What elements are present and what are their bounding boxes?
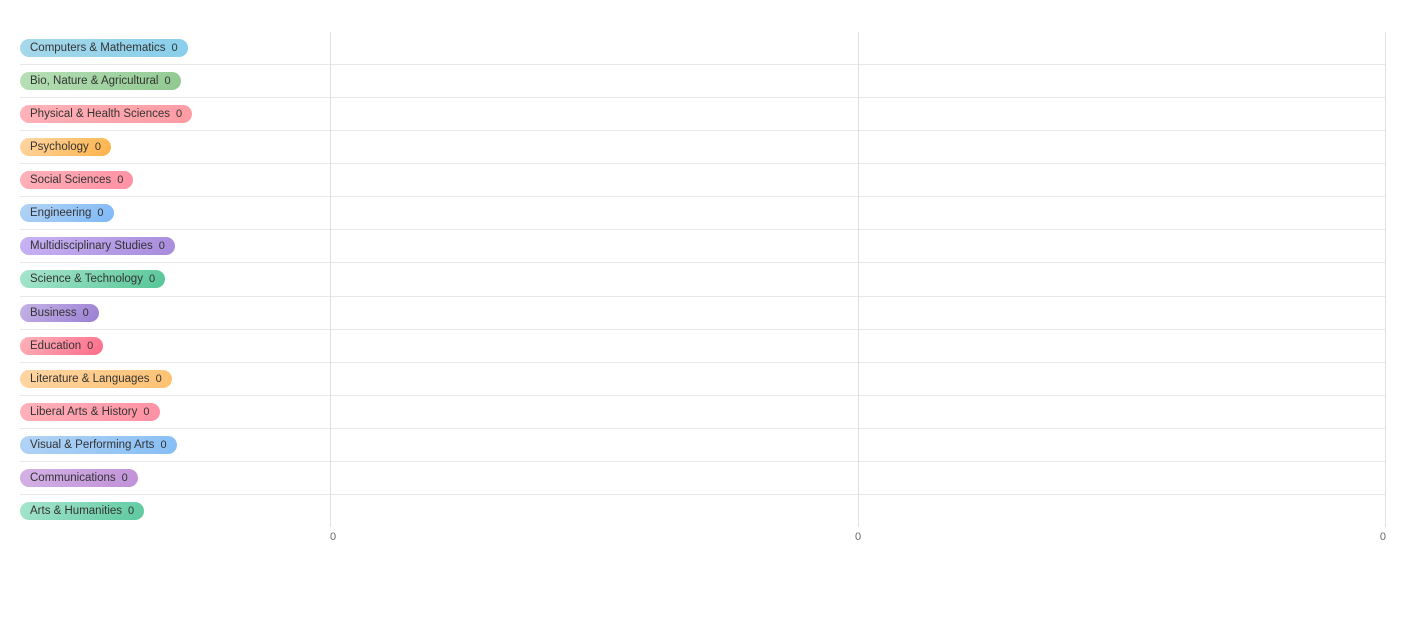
bar-segment-social xyxy=(330,166,1386,194)
bar-segment-physical xyxy=(330,100,1386,128)
bar-segment-engineering xyxy=(330,199,1386,227)
label-area: Computers & Mathematics 0 xyxy=(20,39,330,57)
bar-value-communications: 0 xyxy=(122,472,128,484)
bar-pill-bio: Bio, Nature & Agricultural 0 xyxy=(20,72,181,90)
label-area: Visual & Performing Arts 0 xyxy=(20,436,330,454)
bar-label-arts: Arts & Humanities xyxy=(30,505,122,517)
bar-value-social: 0 xyxy=(117,174,123,186)
bar-pill-liberal: Liberal Arts & History 0 xyxy=(20,403,160,421)
bar-row: Physical & Health Sciences 0 xyxy=(20,98,1386,131)
bar-row: Education 0 xyxy=(20,330,1386,363)
bar-row: Communications 0 xyxy=(20,462,1386,495)
bar-label-communications: Communications xyxy=(30,472,116,484)
bar-pill-visual: Visual & Performing Arts 0 xyxy=(20,436,177,454)
label-area: Arts & Humanities 0 xyxy=(20,502,330,520)
bar-label-psychology: Psychology xyxy=(30,141,89,153)
bar-value-science: 0 xyxy=(149,273,155,285)
bar-row: Engineering 0 xyxy=(20,197,1386,230)
bar-row: Business 0 xyxy=(20,297,1386,330)
bar-pill-computers: Computers & Mathematics 0 xyxy=(20,39,188,57)
bar-row: Visual & Performing Arts 0 xyxy=(20,429,1386,462)
bar-label-literature: Literature & Languages xyxy=(30,373,150,385)
bar-value-arts: 0 xyxy=(128,505,134,517)
bar-segment-computers xyxy=(330,34,1386,62)
bar-row: Multidisciplinary Studies 0 xyxy=(20,230,1386,263)
bar-segment-education xyxy=(330,332,1386,360)
bar-row: Computers & Mathematics 0 xyxy=(20,32,1386,65)
label-area: Communications 0 xyxy=(20,469,330,487)
bar-row: Arts & Humanities 0 xyxy=(20,495,1386,527)
bar-label-education: Education xyxy=(30,340,81,352)
bar-row: Liberal Arts & History 0 xyxy=(20,396,1386,429)
bar-segment-science xyxy=(330,265,1386,293)
bar-value-multidisciplinary: 0 xyxy=(159,240,165,252)
bar-pill-psychology: Psychology 0 xyxy=(20,138,111,156)
bar-label-multidisciplinary: Multidisciplinary Studies xyxy=(30,240,153,252)
chart-area: Computers & Mathematics0Bio, Nature & Ag… xyxy=(20,32,1386,543)
bar-value-literature: 0 xyxy=(156,373,162,385)
bar-pill-multidisciplinary: Multidisciplinary Studies 0 xyxy=(20,237,175,255)
bar-pill-science: Science & Technology 0 xyxy=(20,270,165,288)
bar-label-engineering: Engineering xyxy=(30,207,91,219)
label-area: Bio, Nature & Agricultural 0 xyxy=(20,72,330,90)
bar-segment-business xyxy=(330,299,1386,327)
bar-label-bio: Bio, Nature & Agricultural xyxy=(30,75,158,87)
bar-row: Bio, Nature & Agricultural 0 xyxy=(20,65,1386,98)
label-area: Literature & Languages 0 xyxy=(20,370,330,388)
bar-label-science: Science & Technology xyxy=(30,273,143,285)
bar-pill-arts: Arts & Humanities 0 xyxy=(20,502,144,520)
bar-value-engineering: 0 xyxy=(97,207,103,219)
bar-segment-bio xyxy=(330,67,1386,95)
bar-segment-psychology xyxy=(330,133,1386,161)
bar-pill-business: Business 0 xyxy=(20,304,99,322)
label-area: Science & Technology 0 xyxy=(20,270,330,288)
bar-value-business: 0 xyxy=(83,307,89,319)
bar-label-computers: Computers & Mathematics xyxy=(30,42,166,54)
label-area: Psychology 0 xyxy=(20,138,330,156)
chart-container: Computers & Mathematics0Bio, Nature & Ag… xyxy=(0,0,1406,631)
label-area: Education 0 xyxy=(20,337,330,355)
bar-row: Science & Technology 0 xyxy=(20,263,1386,296)
x-label-1: 0 xyxy=(682,531,1034,543)
bar-label-liberal: Liberal Arts & History xyxy=(30,406,137,418)
bar-row: Literature & Languages 0 xyxy=(20,363,1386,396)
bar-segment-literature xyxy=(330,365,1386,393)
bar-value-bio: 0 xyxy=(164,75,170,87)
label-area: Physical & Health Sciences 0 xyxy=(20,105,330,123)
bar-segment-visual xyxy=(330,431,1386,459)
label-area: Business 0 xyxy=(20,304,330,322)
bar-segment-multidisciplinary xyxy=(330,232,1386,260)
bar-segment-liberal xyxy=(330,398,1386,426)
bar-pill-physical: Physical & Health Sciences 0 xyxy=(20,105,192,123)
rows-container: Computers & Mathematics0Bio, Nature & Ag… xyxy=(20,32,1386,527)
label-area: Social Sciences 0 xyxy=(20,171,330,189)
bar-label-social: Social Sciences xyxy=(30,174,111,186)
bar-row: Psychology 0 xyxy=(20,131,1386,164)
bar-row: Social Sciences 0 xyxy=(20,164,1386,197)
bar-pill-education: Education 0 xyxy=(20,337,103,355)
bar-value-computers: 0 xyxy=(172,42,178,54)
grid-area: Computers & Mathematics0Bio, Nature & Ag… xyxy=(20,32,1386,527)
x-label-2: 0 xyxy=(1034,531,1386,543)
x-axis: 000 xyxy=(20,531,1386,543)
label-area: Liberal Arts & History 0 xyxy=(20,403,330,421)
bar-label-physical: Physical & Health Sciences xyxy=(30,108,170,120)
bar-value-education: 0 xyxy=(87,340,93,352)
bar-pill-communications: Communications 0 xyxy=(20,469,138,487)
label-area: Multidisciplinary Studies 0 xyxy=(20,237,330,255)
bar-pill-engineering: Engineering 0 xyxy=(20,204,114,222)
bar-pill-social: Social Sciences 0 xyxy=(20,171,133,189)
bar-value-visual: 0 xyxy=(160,439,166,451)
x-label-0: 0 xyxy=(330,531,682,543)
bar-label-visual: Visual & Performing Arts xyxy=(30,439,154,451)
bar-value-psychology: 0 xyxy=(95,141,101,153)
label-area: Engineering 0 xyxy=(20,204,330,222)
bar-label-business: Business xyxy=(30,307,77,319)
bar-segment-communications xyxy=(330,464,1386,492)
bar-pill-literature: Literature & Languages 0 xyxy=(20,370,172,388)
bar-value-liberal: 0 xyxy=(143,406,149,418)
bar-value-physical: 0 xyxy=(176,108,182,120)
bar-segment-arts xyxy=(330,497,1386,525)
